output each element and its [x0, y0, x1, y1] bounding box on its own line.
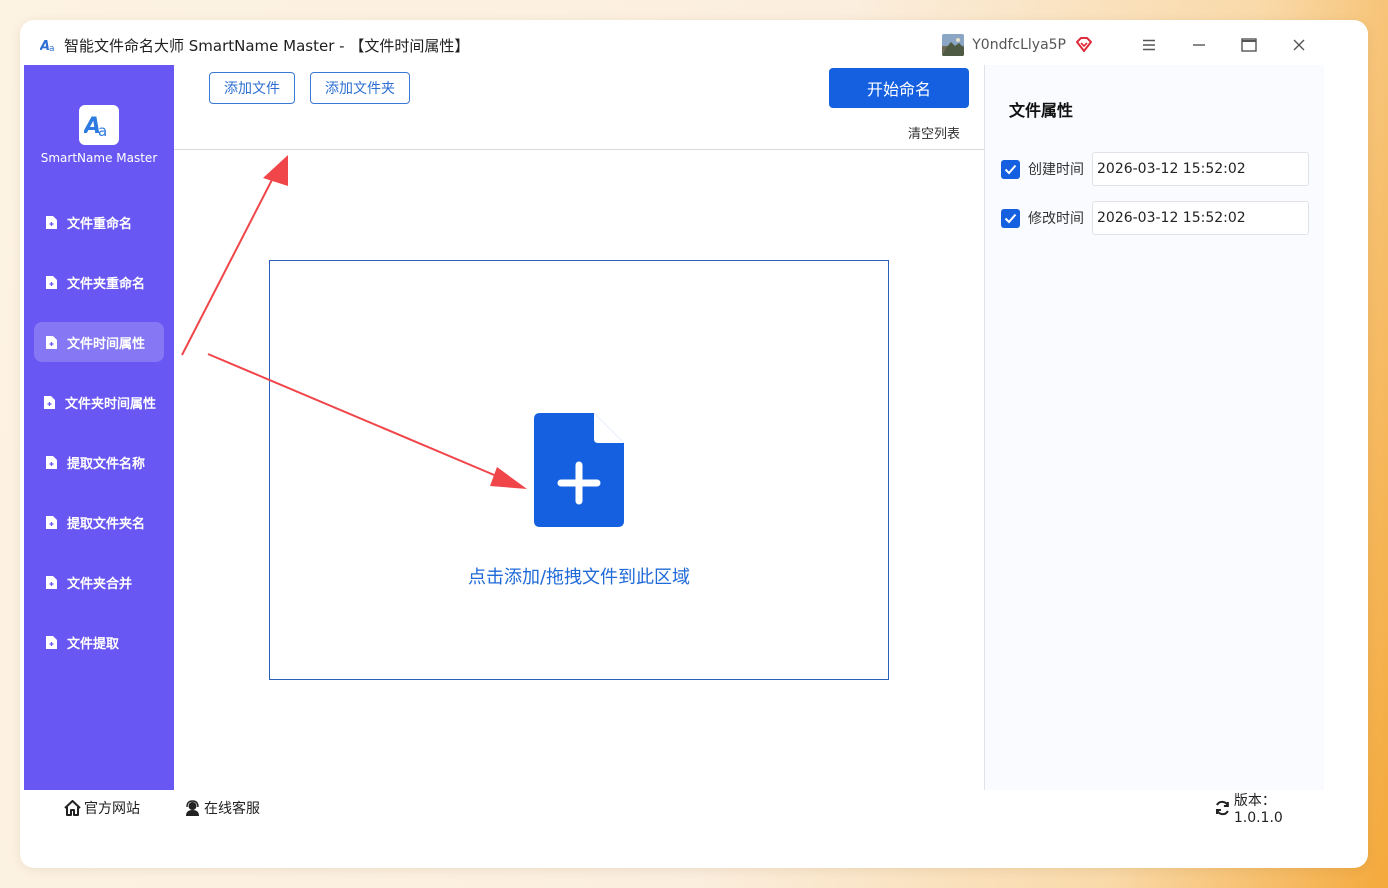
sidebar-item-folder-time[interactable]: 文件夹时间属性: [34, 382, 164, 422]
official-website-link[interactable]: 官方网站: [64, 790, 140, 826]
created-time-label: 创建时间: [1028, 162, 1084, 178]
refresh-icon: [1215, 800, 1229, 816]
sidebar-item-file-rename[interactable]: 文件重命名: [34, 202, 164, 242]
svg-text:a: a: [98, 122, 107, 138]
sidebar-item-label: 文件夹重命名: [67, 276, 146, 292]
modified-time-row: 修改时间: [1001, 201, 1309, 235]
online-support-link[interactable]: 在线客服: [184, 790, 260, 826]
file-drop-zone[interactable]: 点击添加/拖拽文件到此区域: [269, 260, 889, 680]
menu-button[interactable]: [1124, 24, 1174, 66]
svg-text:a: a: [49, 44, 55, 53]
sidebar: A a SmartName Master 文件重命名 文件夹重命名 文件时间属性…: [24, 65, 174, 790]
title-bar: A a 智能文件命名大师 SmartName Master - 【文件时间属性】…: [24, 24, 1324, 66]
sidebar-item-label: 提取文件名称: [67, 456, 146, 472]
app-logo-icon: A a: [84, 114, 107, 138]
sidebar-item-label: 提取文件夹名: [67, 516, 146, 532]
modified-time-label: 修改时间: [1028, 211, 1084, 227]
modified-time-input[interactable]: [1092, 201, 1309, 235]
sidebar-item-label: 文件夹合并: [67, 576, 133, 592]
sidebar-item-label: 文件重命名: [67, 216, 133, 232]
sidebar-item-folder-rename[interactable]: 文件夹重命名: [34, 262, 164, 302]
minimize-icon: [1193, 44, 1205, 46]
add-file-button[interactable]: 添加文件: [209, 72, 295, 104]
document-icon: [44, 395, 55, 409]
app-logo-icon: A a: [40, 36, 58, 54]
sidebar-item-file-extract[interactable]: 文件提取: [34, 622, 164, 662]
document-icon: [46, 635, 57, 649]
avatar[interactable]: [942, 34, 965, 56]
maximize-button[interactable]: [1224, 24, 1274, 66]
document-icon: [46, 215, 57, 229]
online-support-label: 在线客服: [204, 801, 260, 817]
drop-zone-text: 点击添加/拖拽文件到此区域: [467, 567, 691, 588]
created-time-row: 创建时间: [1001, 152, 1309, 186]
document-icon: [46, 335, 57, 349]
document-icon: [46, 515, 57, 529]
logo-text: SmartName Master: [40, 151, 158, 165]
created-time-checkbox[interactable]: [1001, 159, 1020, 179]
app-logo: A a: [79, 105, 119, 145]
vip-diamond-icon[interactable]: [1074, 35, 1094, 55]
document-icon: [46, 275, 57, 289]
add-file-icon: [534, 413, 624, 527]
hamburger-icon: [1143, 39, 1155, 51]
document-icon: [46, 575, 57, 589]
sidebar-item-extract-foldername[interactable]: 提取文件夹名: [34, 502, 164, 542]
minimize-button[interactable]: [1174, 24, 1224, 66]
sidebar-item-label: 文件夹时间属性: [65, 396, 157, 412]
document-icon: [46, 455, 57, 469]
modified-time-checkbox[interactable]: [1001, 208, 1020, 228]
headset-icon: [186, 800, 199, 816]
clear-list-link[interactable]: 清空列表: [908, 123, 960, 142]
sidebar-item-extract-filename[interactable]: 提取文件名称: [34, 442, 164, 482]
checkmark-icon: [1004, 164, 1017, 174]
add-folder-button[interactable]: 添加文件夹: [310, 72, 410, 104]
window-title: 智能文件命名大师 SmartName Master - 【文件时间属性】: [64, 36, 470, 55]
panel-title: 文件属性: [1009, 101, 1074, 120]
created-time-input[interactable]: [1092, 152, 1309, 186]
username[interactable]: Y0ndfcLlya5P: [972, 37, 1066, 53]
toolbar-divider: [174, 149, 984, 150]
sidebar-item-folder-merge[interactable]: 文件夹合并: [34, 562, 164, 602]
start-rename-button[interactable]: 开始命名: [829, 68, 969, 108]
sidebar-item-label: 文件时间属性: [67, 336, 146, 352]
status-bar: 官方网站 在线客服 版本：1.0.1.0: [24, 790, 1324, 826]
version-info[interactable]: 版本：1.0.1.0: [1214, 790, 1324, 826]
checkmark-icon: [1004, 213, 1017, 223]
maximize-icon: [1241, 38, 1257, 52]
close-icon: [1293, 39, 1305, 51]
official-website-label: 官方网站: [84, 801, 140, 817]
home-icon: [64, 800, 81, 816]
version-label: 版本：1.0.1.0: [1233, 793, 1283, 826]
close-button[interactable]: [1274, 24, 1324, 66]
sidebar-item-file-time[interactable]: 文件时间属性: [34, 322, 164, 362]
properties-panel: 文件属性 创建时间 修改时间: [984, 65, 1324, 790]
sidebar-item-label: 文件提取: [67, 636, 120, 652]
